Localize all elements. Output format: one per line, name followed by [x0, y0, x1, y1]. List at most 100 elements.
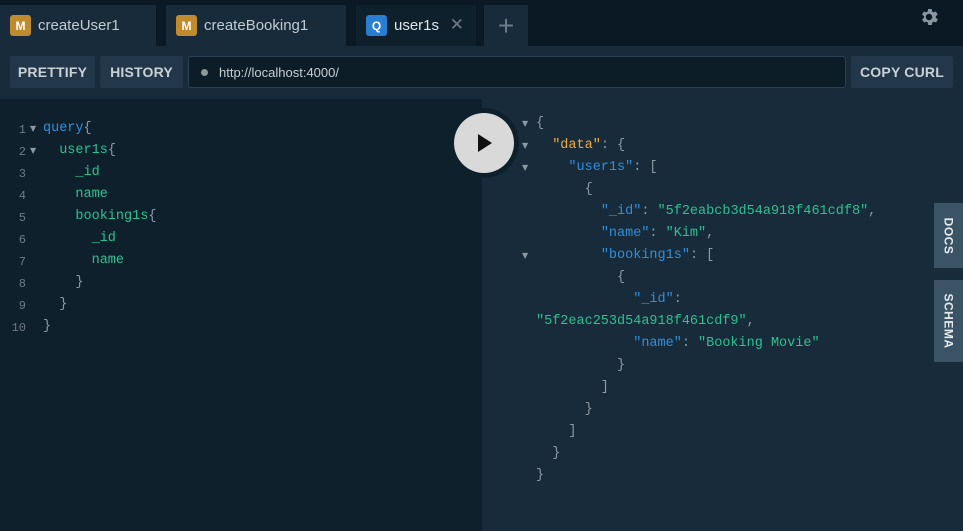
fold-caret-icon[interactable]: ▼: [522, 119, 528, 128]
code-token: _id: [43, 231, 116, 246]
json-token: "5f2eac253d54a918f461cdf9": [536, 314, 747, 329]
line-number: 2: [18, 145, 26, 159]
json-token: "Kim": [665, 226, 707, 241]
json-token: {: [536, 116, 545, 131]
play-icon: [454, 113, 514, 173]
history-button[interactable]: HISTORY: [100, 56, 183, 88]
line-number: 5: [18, 211, 26, 225]
line-number: 8: [18, 277, 26, 291]
result-viewer: ▼{▼ "data": {▼ "user1s": [ { "_id": "5f2…: [482, 99, 963, 531]
json-line: }: [536, 402, 593, 417]
code-line: }: [43, 297, 67, 312]
line-number: 6: [18, 233, 26, 247]
json-token: :: [673, 292, 682, 307]
docs-tab[interactable]: DOCS: [934, 203, 963, 268]
code-token: }: [43, 319, 52, 334]
json-token: "_id": [600, 204, 642, 219]
code-token: }: [43, 297, 68, 312]
json-token: "user1s": [568, 160, 634, 175]
schema-tab-label: SCHEMA: [941, 293, 956, 349]
endpoint-url-text: http://localhost:4000/: [219, 64, 339, 80]
code-line: user1s{: [43, 143, 116, 158]
json-token: "5f2eabcb3d54a918f461cdf8": [657, 204, 869, 219]
tab-createuser1[interactable]: M createUser1: [0, 5, 156, 46]
json-token: }: [536, 402, 593, 417]
json-line: {: [536, 270, 625, 285]
json-line: }: [536, 468, 544, 483]
query-editor[interactable]: 1 ▼ query{2 ▼ user1s{3 _id 4 name 5 booking1s…: [0, 99, 482, 531]
line-number: 3: [18, 167, 26, 181]
fold-caret-icon[interactable]: ▼: [522, 251, 528, 260]
json-token: "name": [600, 226, 650, 241]
json-line: "user1s": [: [536, 160, 658, 175]
json-token: ,: [706, 226, 715, 241]
line-number: 7: [18, 255, 26, 269]
code-token: }: [43, 275, 84, 290]
code-line: _id: [43, 231, 116, 246]
schema-tab[interactable]: SCHEMA: [934, 280, 963, 362]
json-token: ]: [536, 380, 609, 395]
copy-curl-button[interactable]: COPY CURL: [851, 56, 953, 88]
endpoint-url-input[interactable]: http://localhost:4000/: [188, 56, 846, 88]
json-line: "_id":: [536, 292, 682, 307]
code-line: name: [43, 187, 107, 202]
gear-icon[interactable]: [918, 6, 940, 28]
mutation-badge: M: [176, 15, 197, 36]
json-token: : [: [633, 160, 658, 175]
code-token: name: [43, 253, 125, 268]
json-token: "data": [552, 138, 601, 153]
tab-bar: M createUser1 M createBooking1 Q user1s …: [0, 0, 963, 46]
close-icon[interactable]: ✕: [450, 16, 464, 33]
code-token: booking1s: [43, 209, 149, 224]
code-line: }: [43, 319, 51, 334]
code-token: {: [148, 209, 157, 224]
code-line: name: [43, 253, 124, 268]
json-line: "data": {: [536, 138, 625, 153]
fold-caret-icon[interactable]: ▼: [522, 163, 528, 172]
json-token: "_id": [633, 292, 674, 307]
json-line: "name": "Booking Movie": [536, 336, 819, 351]
mutation-badge: M: [10, 15, 31, 36]
json-token: ]: [536, 424, 577, 439]
code-token: {: [107, 143, 116, 158]
json-line: "booking1s": [: [536, 248, 714, 263]
tab-label: user1s: [394, 17, 440, 34]
json-token: "name": [633, 336, 682, 351]
json-line: {: [536, 182, 593, 197]
fold-caret-icon[interactable]: ▼: [522, 141, 528, 150]
json-token: {: [536, 182, 593, 197]
json-token: : [: [689, 248, 715, 263]
add-tab-button[interactable]: +: [484, 5, 528, 46]
json-line: ]: [536, 424, 577, 439]
prettify-button[interactable]: PRETTIFY: [10, 56, 95, 88]
tab-label: createBooking1: [204, 17, 309, 34]
tab-label: createUser1: [38, 17, 120, 34]
fold-caret-icon[interactable]: ▼: [30, 124, 36, 133]
json-line: }: [536, 446, 560, 461]
execute-query-button[interactable]: [449, 108, 519, 178]
json-token: ,: [746, 314, 755, 329]
tab-createbooking1[interactable]: M createBooking1: [166, 5, 346, 46]
code-token: {: [83, 121, 92, 136]
code-line: booking1s{: [43, 209, 156, 224]
fold-caret-icon[interactable]: ▼: [30, 146, 36, 155]
code-line: _id: [43, 165, 99, 180]
json-line: {: [536, 116, 544, 131]
json-token: :: [649, 226, 666, 241]
code-token: query: [43, 121, 84, 136]
status-dot-icon: [201, 68, 208, 76]
json-token: }: [536, 446, 561, 461]
line-number: 9: [18, 299, 26, 313]
tab-user1s[interactable]: Q user1s ✕: [356, 5, 476, 46]
code-token: user1s: [43, 143, 108, 158]
line-number: 1: [18, 123, 26, 137]
toolbar: PRETTIFY HISTORY http://localhost:4000/ …: [0, 46, 963, 99]
query-badge: Q: [366, 15, 387, 36]
json-token: :: [681, 336, 699, 351]
